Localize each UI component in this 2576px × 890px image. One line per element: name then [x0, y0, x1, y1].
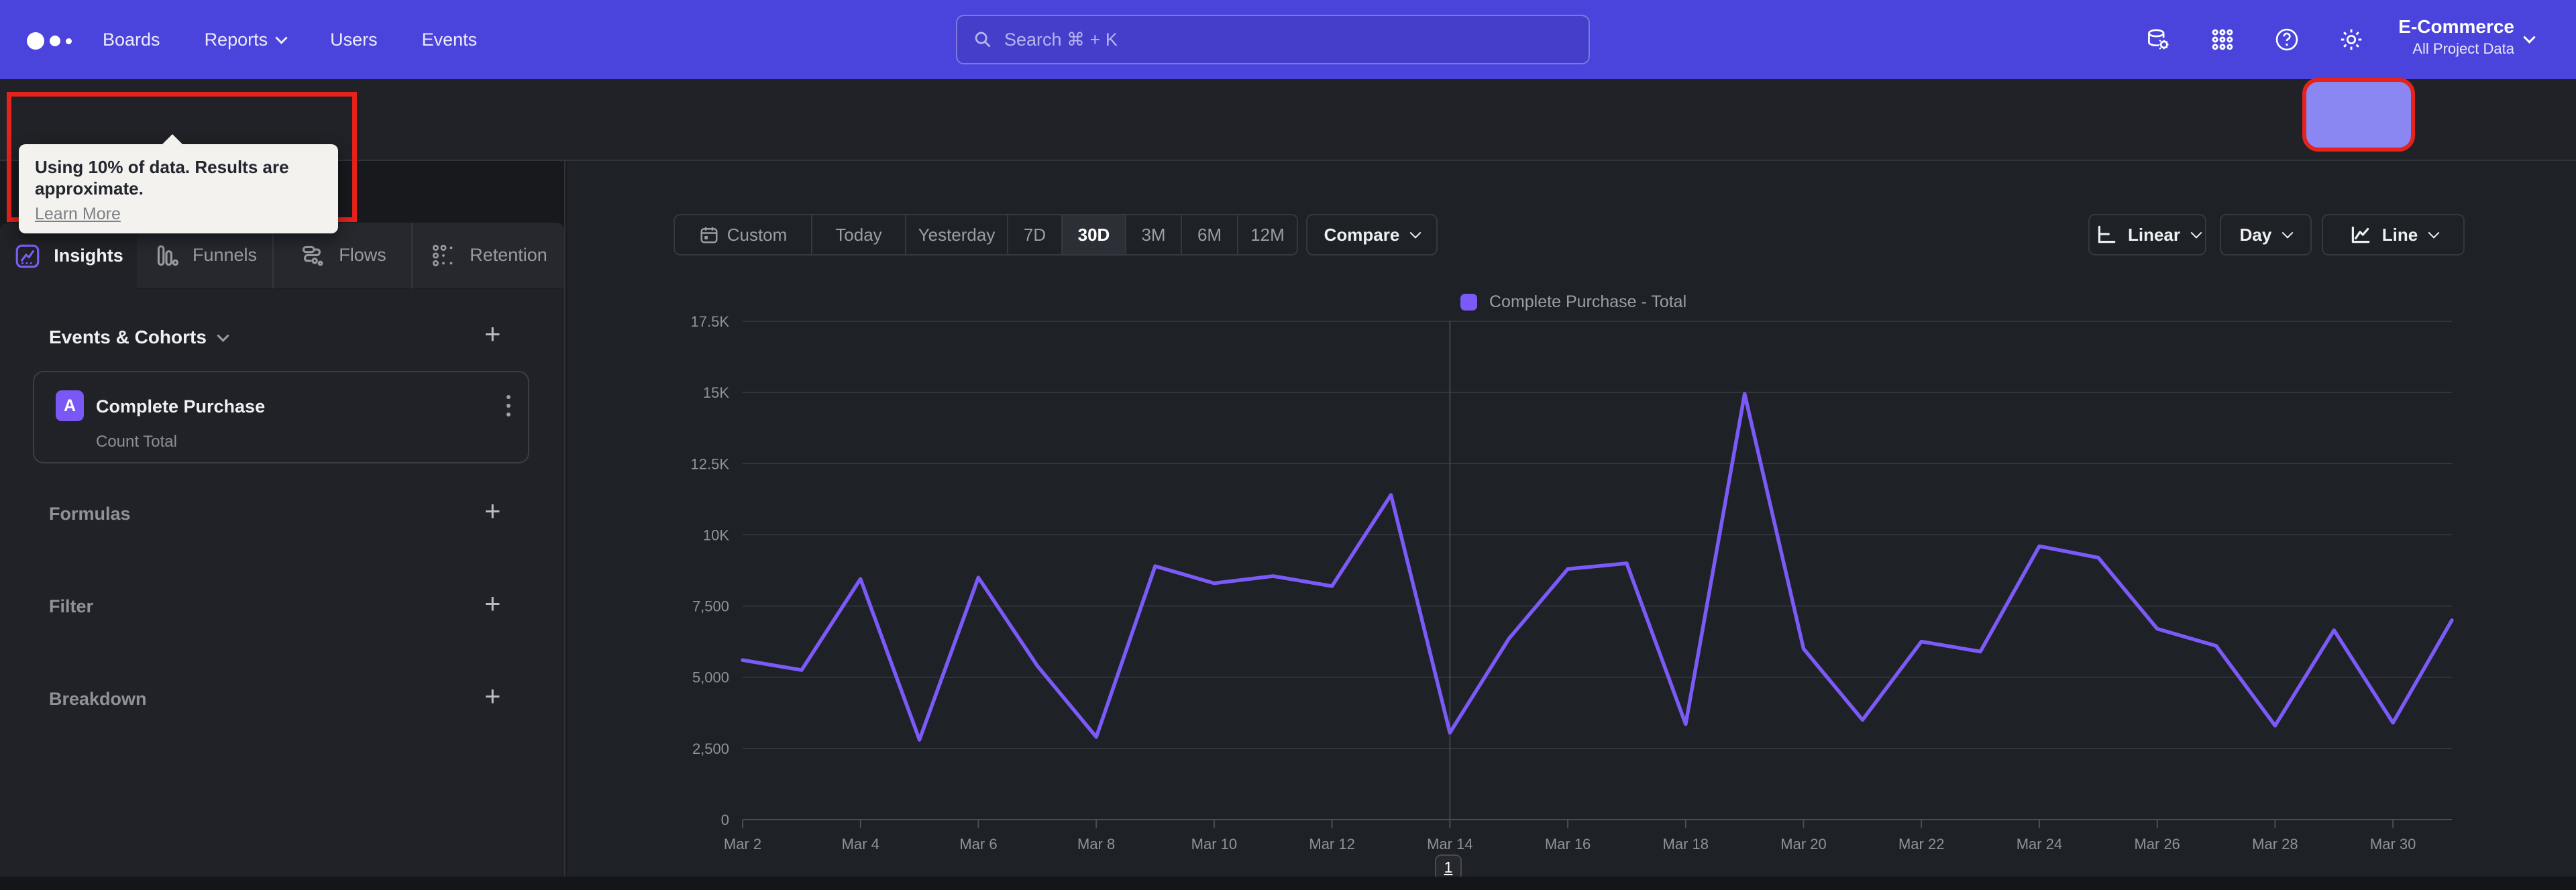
sampling-tooltip: Using 10% of data. Results are approxima…	[19, 134, 338, 233]
tab-label: Insights	[54, 245, 123, 266]
report-title-bar: Untitled Sampled + Add description... ••…	[0, 79, 2576, 220]
event-options-menu[interactable]	[506, 395, 511, 416]
svg-text:Mar 16: Mar 16	[1545, 836, 1591, 852]
add-event-button[interactable]: +	[484, 320, 501, 348]
query-panel: Events & Cohorts + A Complete Purchase C…	[0, 289, 564, 890]
svg-text:Mar 14: Mar 14	[1427, 836, 1472, 852]
nav-item-reports[interactable]: Reports	[205, 30, 288, 50]
add-formula-button[interactable]: +	[484, 497, 501, 525]
svg-text:Mar 2: Mar 2	[724, 836, 761, 852]
settings-gear-icon[interactable]	[2339, 27, 2364, 52]
nav-item-users[interactable]: Users	[330, 30, 378, 50]
svg-text:Mar 12: Mar 12	[1309, 836, 1354, 852]
tab-label: Retention	[470, 245, 547, 265]
flows-icon	[303, 245, 323, 266]
retention-icon	[433, 244, 453, 266]
logo-dot	[27, 32, 44, 50]
svg-text:10K: 10K	[703, 526, 729, 543]
tooltip-caret	[161, 134, 184, 146]
tooltip-message: Using 10% of data. Results are approxima…	[35, 157, 289, 199]
event-letter-badge: A	[56, 390, 84, 421]
formulas-label: Formulas	[49, 504, 131, 524]
nav-menu: Boards Reports Users Events	[103, 0, 477, 79]
tab-retention[interactable]: Retention	[411, 223, 564, 289]
svg-text:Mar 4: Mar 4	[842, 836, 879, 852]
svg-text:Mar 6: Mar 6	[959, 836, 997, 852]
nav-item-boards[interactable]: Boards	[103, 30, 160, 50]
svg-text:Mar 28: Mar 28	[2252, 836, 2298, 852]
svg-text:2,500: 2,500	[692, 740, 729, 757]
tab-label: Flows	[339, 245, 386, 265]
breakdown-label: Breakdown	[49, 689, 147, 709]
help-icon[interactable]	[2274, 27, 2300, 52]
tab-label: Funnels	[192, 245, 258, 265]
mixpanel-logo-icon[interactable]	[27, 32, 72, 50]
apps-grid-icon[interactable]	[2210, 27, 2235, 52]
add-breakdown-button[interactable]: +	[484, 682, 501, 710]
event-metric[interactable]: Count Total	[96, 433, 177, 451]
insights-icon	[15, 244, 40, 268]
chevron-down-icon	[2523, 31, 2536, 44]
svg-text:15K: 15K	[703, 384, 729, 401]
top-nav: Boards Reports Users Events Search ⌘ + K	[0, 0, 2576, 79]
svg-text:12.5K: 12.5K	[691, 455, 730, 472]
svg-text:Mar 20: Mar 20	[1780, 836, 1826, 852]
search-icon	[975, 32, 991, 48]
chart-content-area: Custom Today Yesterday 7D 30D 3M 6M 12M …	[567, 161, 2576, 890]
funnels-icon	[157, 245, 178, 266]
project-scope: All Project Data	[2412, 40, 2514, 57]
search-placeholder: Search ⌘ + K	[1004, 29, 1118, 50]
logo-dot	[50, 36, 60, 46]
insights-line-chart[interactable]: 0 2,500 5,000 7,500 10K 12.5K 15K 17.5K Mar 2 Mar…	[567, 161, 2576, 890]
svg-text:Mar 8: Mar 8	[1077, 836, 1115, 852]
add-filter-button[interactable]: +	[484, 590, 501, 618]
query-sidebar: Insights Funnels Flows Retention Events …	[0, 161, 566, 890]
svg-text:7,500: 7,500	[692, 598, 729, 615]
svg-text:5,000: 5,000	[692, 669, 729, 686]
chevron-down-icon	[275, 31, 288, 44]
nav-icon-group	[2145, 0, 2364, 79]
nav-item-events[interactable]: Events	[422, 30, 478, 50]
bottom-edge	[0, 877, 2576, 890]
svg-text:Mar 18: Mar 18	[1663, 836, 1709, 852]
filter-label: Filter	[49, 596, 94, 616]
event-card[interactable]: A Complete Purchase Count Total	[33, 371, 529, 463]
project-selector[interactable]: E-Commerce All Project Data	[2375, 15, 2514, 59]
project-name: E-Commerce	[2398, 16, 2514, 37]
event-name: Complete Purchase	[96, 396, 266, 416]
svg-text:Mar 22: Mar 22	[1898, 836, 1944, 852]
svg-text:0: 0	[721, 812, 729, 828]
svg-text:Mar 26: Mar 26	[2134, 836, 2180, 852]
svg-text:17.5K: 17.5K	[691, 313, 730, 330]
chevron-down-icon	[217, 329, 229, 342]
logo-dot	[66, 38, 72, 44]
app-root: Boards Reports Users Events Search ⌘ + K	[0, 0, 2576, 890]
svg-text:Mar 24: Mar 24	[2017, 836, 2062, 852]
events-cohorts-heading[interactable]: Events & Cohorts	[49, 327, 229, 348]
data-management-icon[interactable]	[2145, 27, 2171, 52]
svg-text:Mar 30: Mar 30	[2370, 836, 2416, 852]
learn-more-link[interactable]: Learn More	[35, 205, 322, 224]
svg-text:Mar 10: Mar 10	[1191, 836, 1237, 852]
search-input[interactable]: Search ⌘ + K	[956, 15, 1590, 64]
